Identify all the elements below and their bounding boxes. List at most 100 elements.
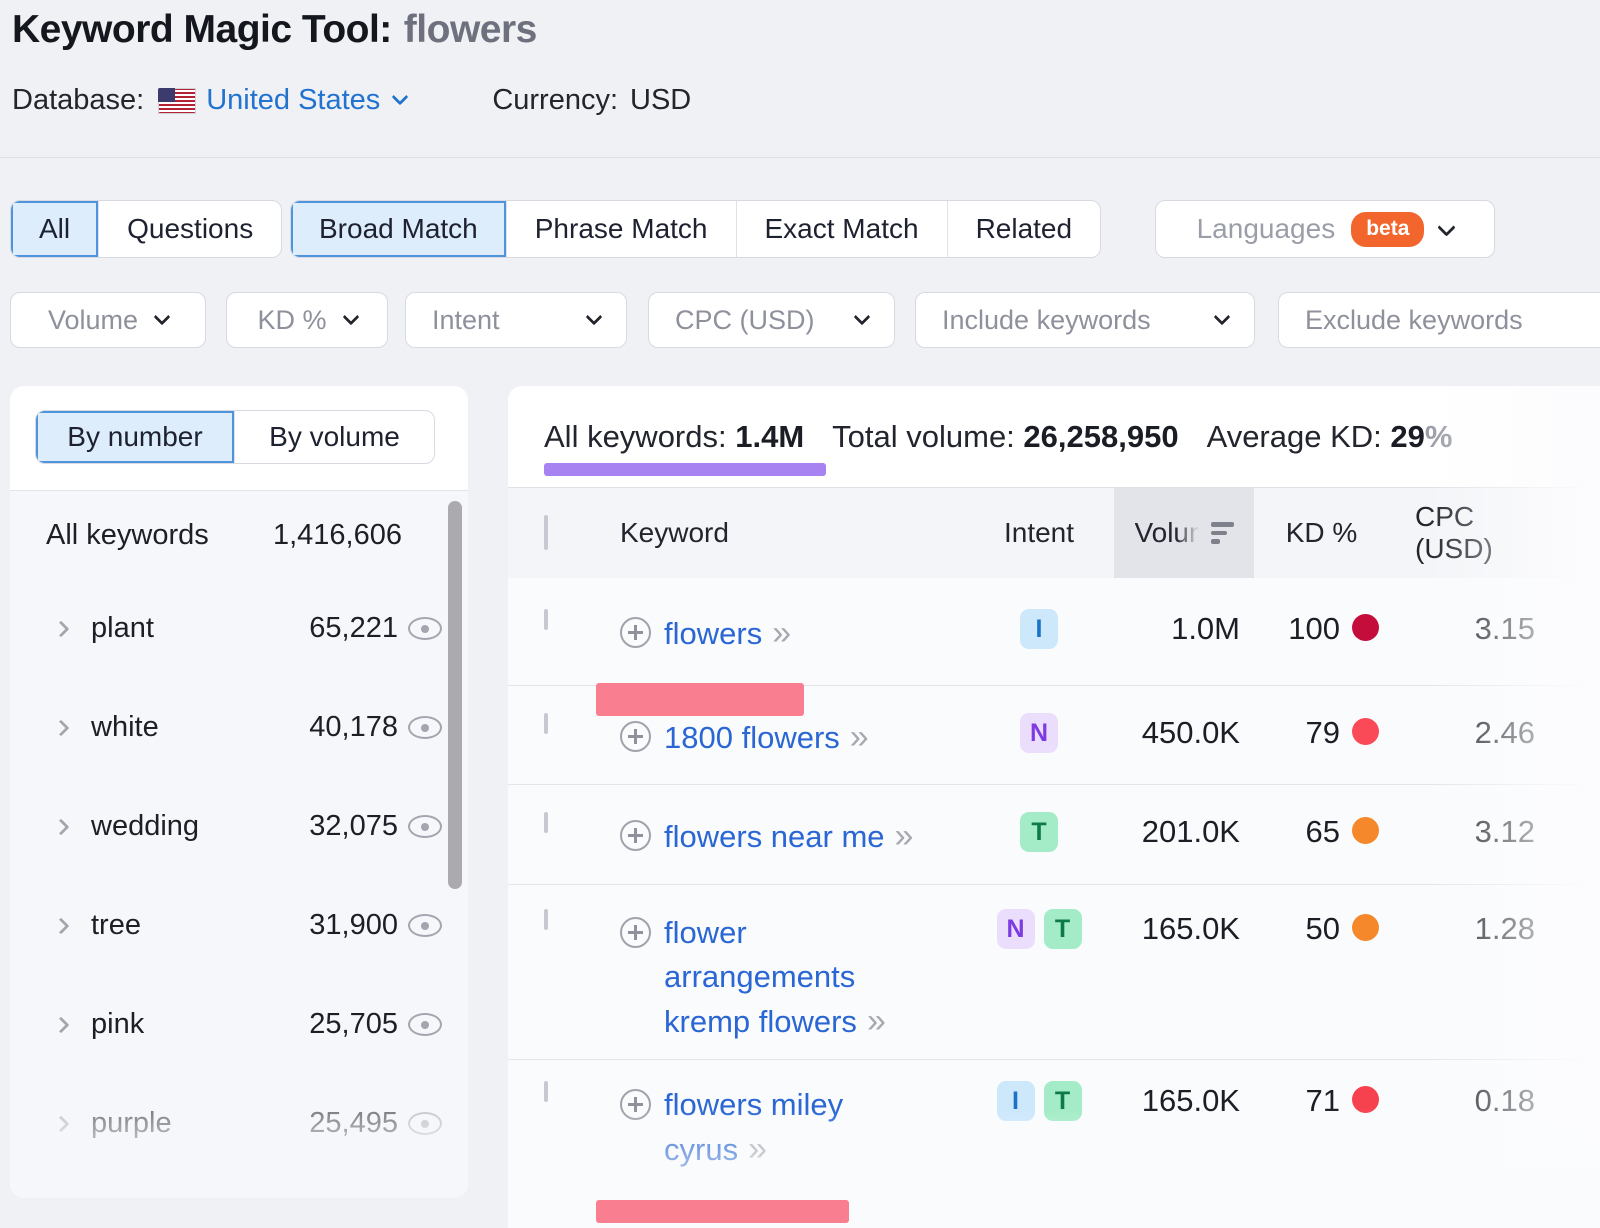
- chevron-right-icon[interactable]: [53, 917, 70, 934]
- volume-value: 165.0K: [1114, 1060, 1254, 1119]
- intent-badge-T: T: [1044, 909, 1082, 949]
- all-keywords-label: All keywords: [46, 519, 209, 552]
- header-divider: [0, 157, 1600, 158]
- open-keyword-icon[interactable]: »: [867, 1002, 886, 1040]
- chevron-right-icon[interactable]: [53, 620, 70, 637]
- kd-dot: [1352, 718, 1379, 745]
- sort-desc-icon: [1211, 522, 1234, 544]
- table-row: flower arrangements kremp flowers» NT 16…: [508, 885, 1600, 1060]
- add-keyword-icon[interactable]: [620, 721, 651, 752]
- sidebar-sort-tabs: By numberBy volume: [35, 410, 435, 464]
- match-tab[interactable]: Exact Match: [737, 201, 948, 257]
- open-keyword-icon[interactable]: »: [895, 817, 914, 855]
- row-checkbox[interactable]: [544, 1081, 548, 1102]
- keyword-link[interactable]: flowers miley cyrus»: [664, 1083, 843, 1172]
- open-keyword-icon[interactable]: »: [772, 614, 791, 652]
- eye-icon[interactable]: [408, 716, 442, 739]
- filter-dropdown[interactable]: KD %: [226, 292, 388, 348]
- keyword-link[interactable]: flowers»: [664, 611, 791, 656]
- keyword-group-item[interactable]: plant 65,221: [10, 579, 468, 678]
- filter-dropdown[interactable]: Exclude keywords: [1278, 292, 1600, 348]
- row-checkbox[interactable]: [544, 713, 548, 734]
- keyword-group-item[interactable]: wedding 32,075: [10, 777, 468, 876]
- intent-badge-N: N: [997, 909, 1035, 949]
- keyword-group-item[interactable]: purple 25,495: [10, 1074, 468, 1173]
- eye-icon[interactable]: [408, 617, 442, 640]
- chevron-right-icon[interactable]: [53, 1115, 70, 1132]
- add-keyword-icon[interactable]: [620, 820, 651, 851]
- select-all-checkbox[interactable]: [544, 515, 548, 550]
- page-title-query: flowers: [404, 8, 537, 51]
- chevron-down-icon: [854, 309, 871, 326]
- kd-dot: [1352, 914, 1379, 941]
- all-keywords-row[interactable]: All keywords 1,416,606: [10, 491, 468, 579]
- languages-button[interactable]: Languages beta: [1155, 200, 1495, 258]
- kd-dot: [1352, 817, 1379, 844]
- open-keyword-icon[interactable]: »: [850, 718, 869, 756]
- open-keyword-icon[interactable]: »: [748, 1130, 767, 1168]
- keyword-link[interactable]: flower arrangements kremp flowers»: [664, 911, 886, 1044]
- match-tab[interactable]: Questions: [99, 201, 281, 257]
- match-tab-group-match: Broad MatchPhrase MatchExact MatchRelate…: [290, 200, 1101, 258]
- filter-dropdown[interactable]: Volume: [10, 292, 206, 348]
- add-keyword-icon[interactable]: [620, 617, 651, 648]
- eye-icon[interactable]: [408, 1013, 442, 1036]
- kd-dot: [1352, 1086, 1379, 1113]
- row-checkbox[interactable]: [544, 812, 548, 833]
- column-intent[interactable]: Intent: [964, 517, 1114, 549]
- database-select[interactable]: United States: [206, 84, 380, 117]
- keyword-link[interactable]: 1800 flowers»: [664, 715, 869, 760]
- chevron-down-icon: [1214, 309, 1231, 326]
- keyword-group-item[interactable]: pink 25,705: [10, 975, 468, 1074]
- chevron-down-icon[interactable]: [392, 88, 409, 105]
- intent-badge-I: I: [997, 1081, 1035, 1121]
- table-row: flowers miley cyrus» IT 165.0K 71 0.18: [508, 1060, 1600, 1228]
- filter-dropdown[interactable]: Include keywords: [915, 292, 1255, 348]
- match-tab[interactable]: All: [11, 201, 99, 257]
- sidebar-body: All keywords 1,416,606 plant 65,221 whit…: [10, 491, 468, 1198]
- stat-all-keywords: All keywords: 1.4M: [544, 419, 804, 455]
- cpc-value: 3.15: [1389, 578, 1549, 647]
- keyword-highlight-bar: [596, 1200, 849, 1223]
- sidebar-sort-tab[interactable]: By number: [36, 411, 235, 463]
- keyword-groups-sidebar: By numberBy volume All keywords 1,416,60…: [10, 386, 468, 1198]
- column-cpc[interactable]: CPC (USD): [1389, 501, 1549, 565]
- keyword-group-item[interactable]: white 40,178: [10, 678, 468, 777]
- page-title: Keyword Magic Tool:flowers: [12, 8, 537, 52]
- cpc-value: 1.28: [1389, 885, 1549, 947]
- row-checkbox[interactable]: [544, 909, 548, 930]
- add-keyword-icon[interactable]: [620, 1089, 651, 1120]
- chevron-right-icon[interactable]: [53, 719, 70, 736]
- database-label: Database:: [12, 84, 144, 117]
- eye-icon[interactable]: [408, 815, 442, 838]
- intent-badge-T: T: [1044, 1081, 1082, 1121]
- languages-label: Languages: [1197, 213, 1336, 245]
- volume-value: 450.0K: [1114, 686, 1254, 751]
- eye-icon[interactable]: [408, 1112, 442, 1135]
- kd-value: 65: [1306, 814, 1340, 850]
- sidebar-sort-tab[interactable]: By volume: [235, 411, 434, 463]
- column-volume[interactable]: Volume: [1114, 488, 1254, 578]
- kd-value: 50: [1306, 911, 1340, 947]
- chevron-right-icon[interactable]: [53, 818, 70, 835]
- match-tab[interactable]: Phrase Match: [507, 201, 737, 257]
- filter-dropdown[interactable]: CPC (USD): [648, 292, 895, 348]
- add-keyword-icon[interactable]: [620, 917, 651, 948]
- keyword-group-item[interactable]: tree 31,900: [10, 876, 468, 975]
- chevron-right-icon[interactable]: [53, 1016, 70, 1033]
- chevron-down-icon: [1438, 218, 1456, 236]
- volume-value: 165.0K: [1114, 885, 1254, 947]
- filter-dropdown[interactable]: Intent: [405, 292, 627, 348]
- column-kd[interactable]: KD %: [1254, 517, 1389, 549]
- keyword-highlight-bar: [596, 683, 804, 716]
- row-checkbox[interactable]: [544, 609, 548, 630]
- keyword-link[interactable]: flowers near me»: [664, 814, 913, 859]
- sidebar-scrollbar[interactable]: [448, 501, 462, 889]
- column-keyword[interactable]: Keyword: [620, 517, 964, 549]
- stat-total-volume: Total volume: 26,258,950: [832, 419, 1178, 455]
- stat-average-kd: Average KD: 29%: [1207, 419, 1453, 455]
- match-tab[interactable]: Related: [948, 201, 1101, 257]
- match-tab[interactable]: Broad Match: [291, 201, 507, 257]
- eye-icon[interactable]: [408, 914, 442, 937]
- intent-badge-N: N: [1020, 713, 1058, 753]
